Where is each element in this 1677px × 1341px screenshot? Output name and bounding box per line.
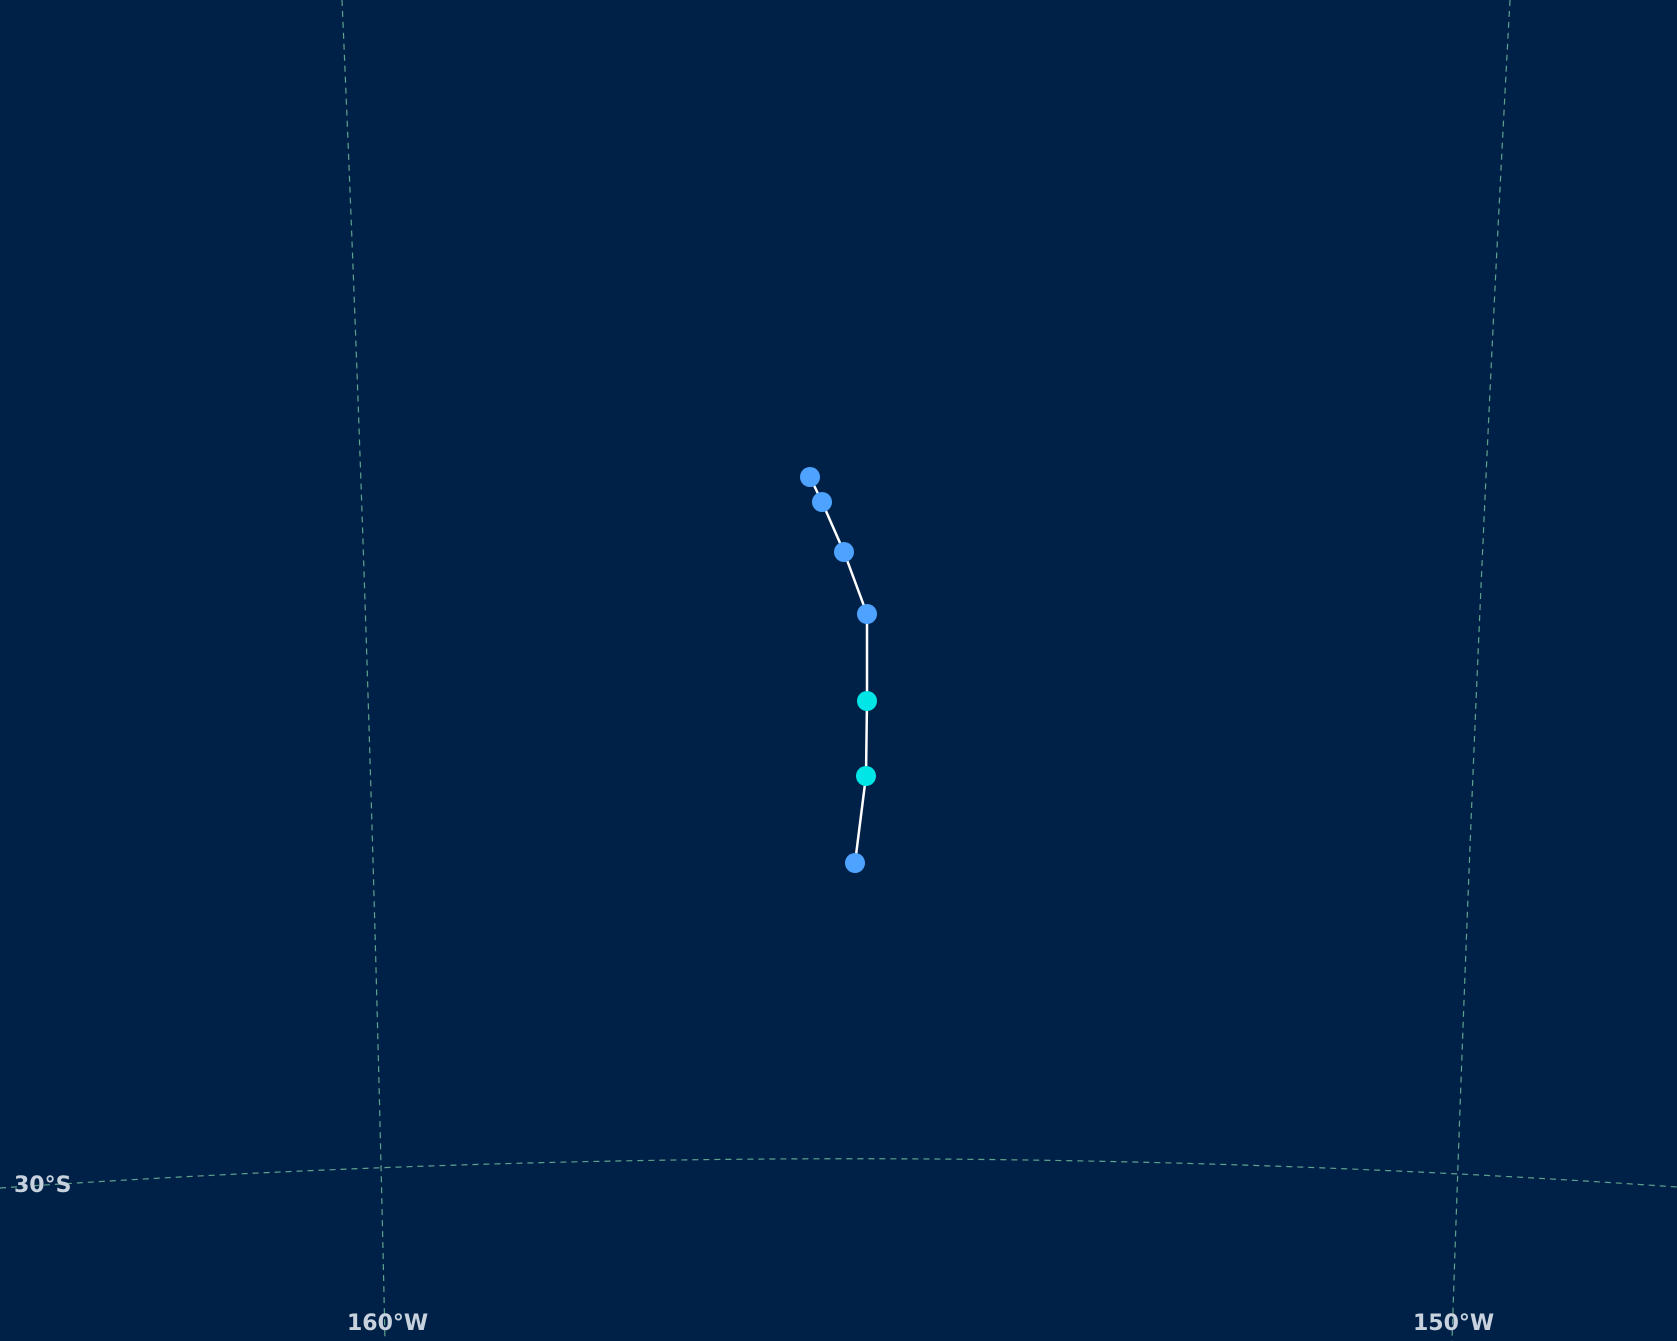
lon-label-160w: 160°W <box>347 1311 428 1336</box>
track-point[interactable] <box>800 467 820 487</box>
track-point[interactable] <box>812 492 832 512</box>
storm-track-map: 30°S 160°W 150°W <box>0 0 1677 1341</box>
track-point[interactable] <box>845 853 865 873</box>
ocean-background <box>0 0 1677 1341</box>
track-point[interactable] <box>857 691 877 711</box>
track-point[interactable] <box>856 766 876 786</box>
lat-label-30s: 30°S <box>14 1173 71 1198</box>
lon-label-150w: 150°W <box>1413 1311 1494 1336</box>
track-point[interactable] <box>857 604 877 624</box>
track-point[interactable] <box>834 542 854 562</box>
